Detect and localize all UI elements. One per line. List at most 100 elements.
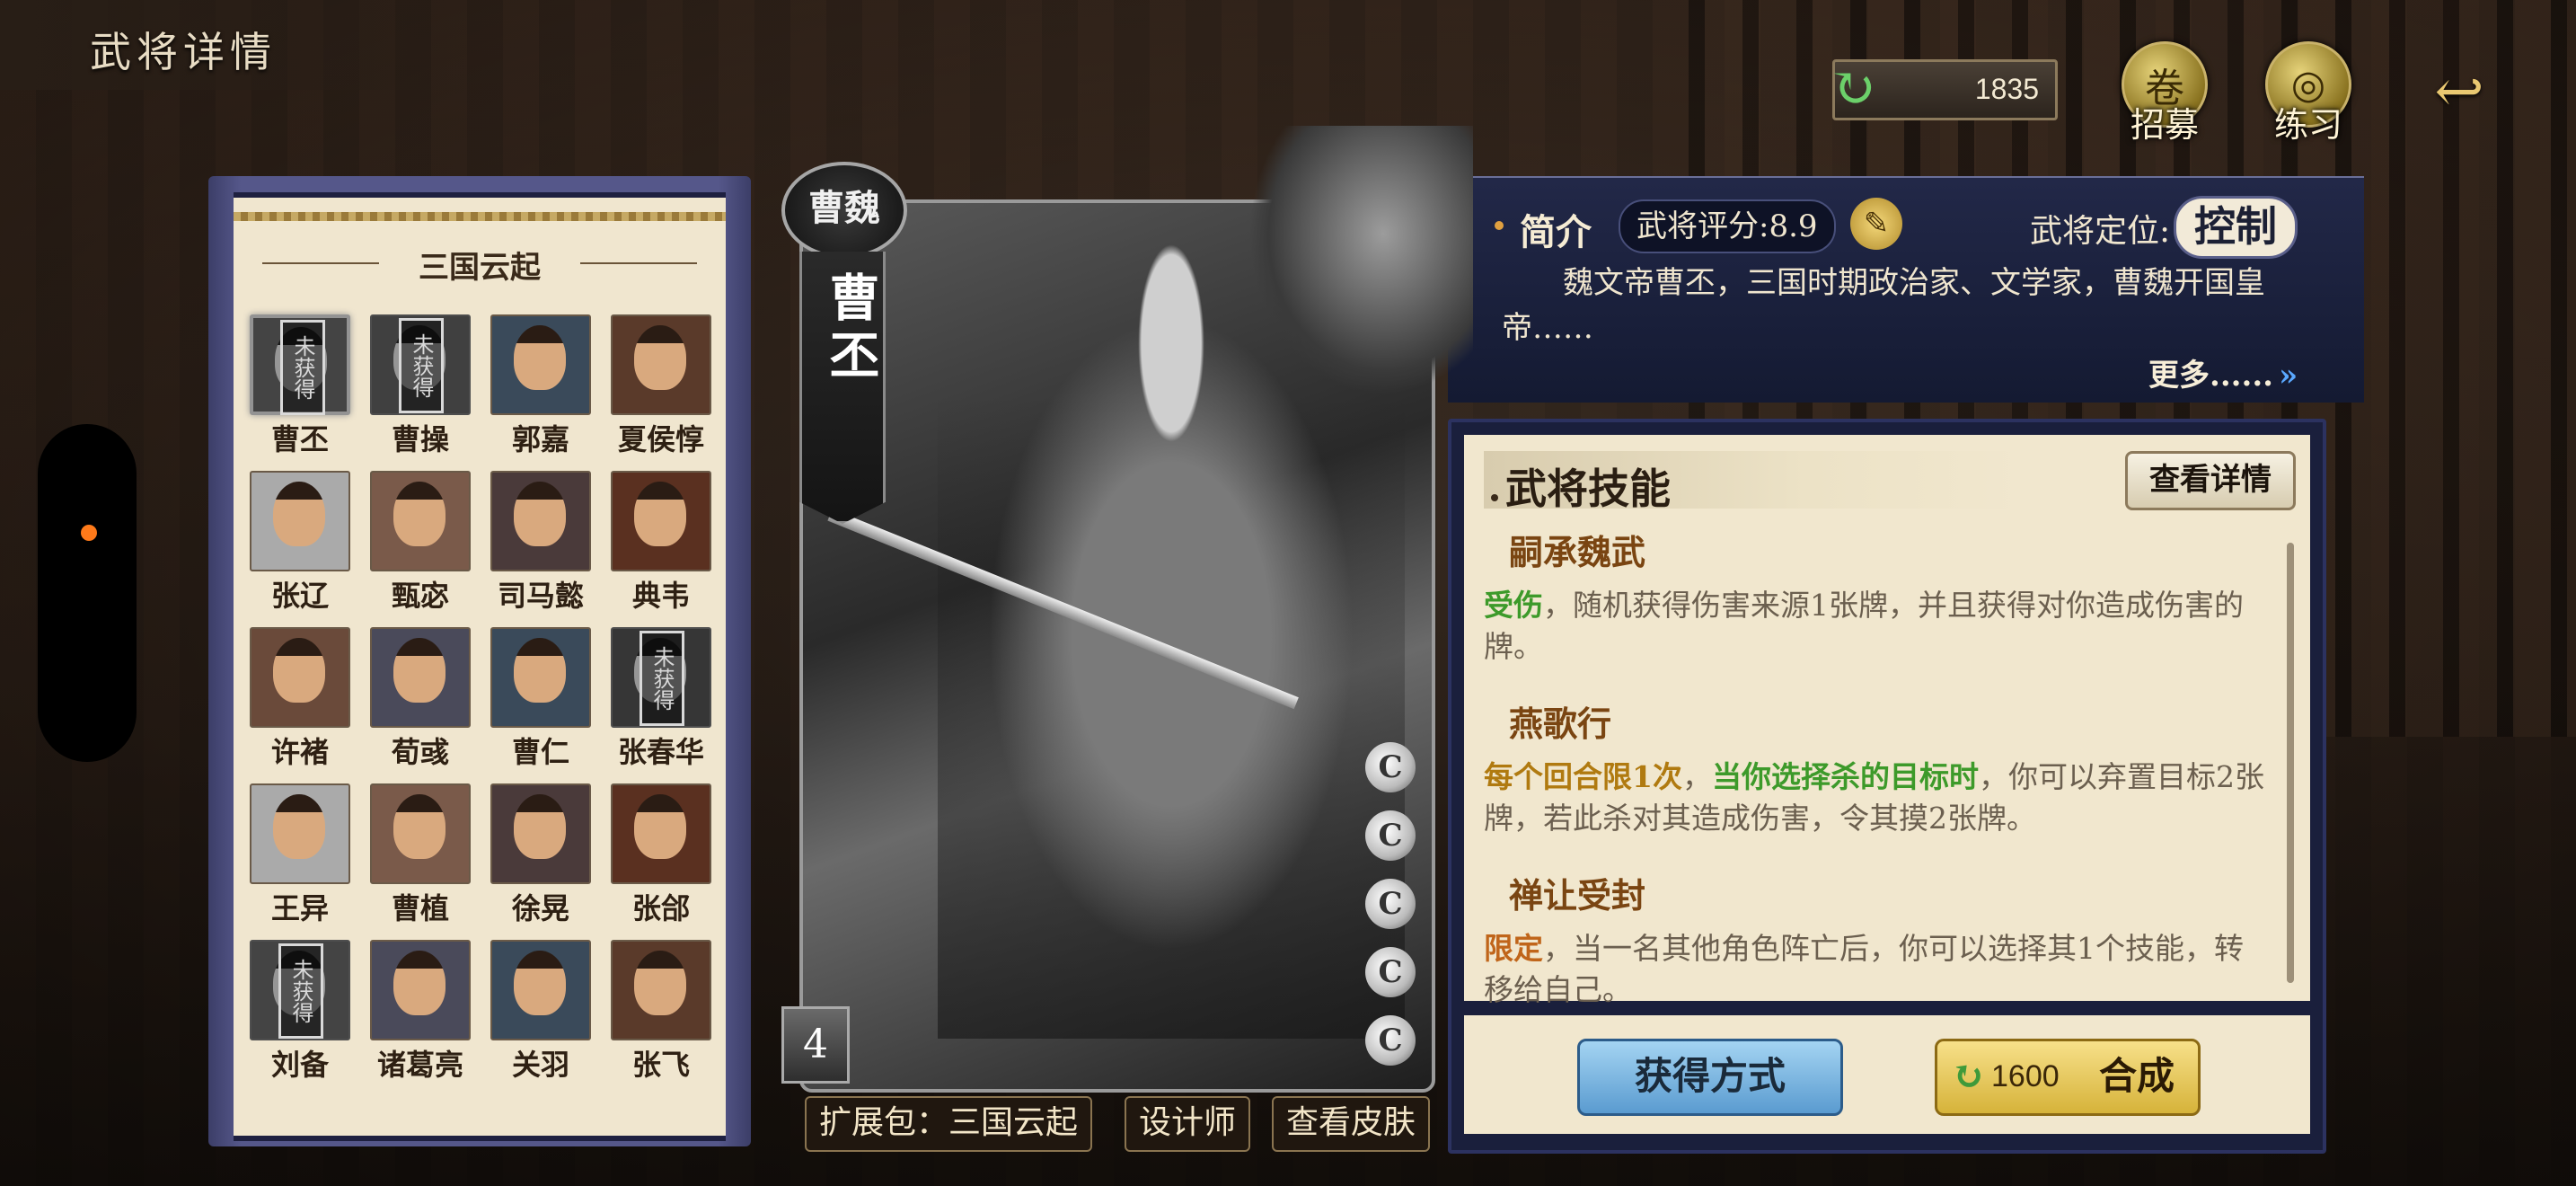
skill-description: 每个回合限1次，当你选择杀的目标时，你可以弃置目标2张牌，若此杀对其造成伤害，令… [1484, 757, 2271, 839]
hero-cell[interactable]: 司马懿 [487, 471, 595, 615]
skills-scrollbar[interactable] [2287, 543, 2294, 983]
hero-portrait: 未获得 [250, 940, 350, 1040]
page-title: 武将详情 [90, 28, 277, 76]
hero-cell[interactable]: 未获得 曹操 [366, 314, 474, 458]
hero-name-label: 徐晃 [511, 891, 569, 925]
skills-content[interactable]: 武将技能 查看详情 嗣承魏武 受伤，随机获得伤害来源1张牌，并且获得对你造成伤害的… [1464, 435, 2310, 1007]
faction-badge: 曹魏 [781, 162, 907, 259]
skill-keyword: 每个回合限1次 [1484, 759, 1682, 794]
obtain-method-button[interactable]: 获得方式 [1577, 1039, 1843, 1116]
hero-cell[interactable]: 张辽 [246, 471, 354, 615]
skills-title: 武将技能 [1505, 465, 1671, 513]
hero-name-label: 郭嘉 [511, 422, 569, 456]
floating-side-handle[interactable] [38, 424, 137, 762]
more-link[interactable]: 更多......» [2148, 350, 2298, 394]
hero-cell[interactable]: 郭嘉 [487, 314, 595, 458]
hero-name-label: 夏侯惇 [617, 422, 704, 456]
skills-bullet [1491, 494, 1498, 501]
hero-name-label: 刘备 [270, 1048, 329, 1082]
hero-name-banner: 曹丕 [799, 252, 886, 524]
back-arrow-icon: ↩ [2434, 57, 2484, 126]
expansion-tag[interactable]: 扩展包：三国云起 [805, 1096, 1093, 1152]
skill-item: 燕歌行 每个回合限1次，当你选择杀的目标时，你可以弃置目标2张牌，若此杀对其造成伤… [1484, 696, 2271, 839]
hero-name: 曹丕 [821, 271, 880, 386]
hero-cell[interactable]: 张飞 [607, 940, 715, 1084]
skill-list: 嗣承魏武 受伤，随机获得伤害来源1张牌，并且获得对你造成伤害的牌。 燕歌行 每个回合限… [1484, 525, 2271, 1040]
hero-cell[interactable]: 未获得 张春华 [607, 627, 715, 771]
hero-portrait: 未获得 [250, 314, 350, 415]
currency-value: 1835 [1974, 73, 2039, 105]
hero-cell[interactable]: 未获得 曹丕 [246, 314, 354, 458]
hero-score: 武将评分:8.9 [1619, 199, 1836, 253]
practice-button[interactable]: ◎ 练习 [2263, 41, 2353, 145]
hero-cell[interactable]: 荀彧 [366, 627, 474, 771]
hero-portrait [611, 471, 711, 571]
skill-name: 禅让受封 [1509, 875, 1646, 916]
hero-portrait [370, 471, 471, 571]
hero-face [634, 325, 686, 390]
hero-cell[interactable]: 曹仁 [487, 627, 595, 771]
hero-face [393, 951, 446, 1015]
view-skin-button[interactable]: 查看皮肤 [1272, 1096, 1431, 1152]
hero-portrait [370, 627, 471, 728]
view-details-button[interactable]: 查看详情 [2125, 451, 2296, 510]
hp-number: 4 [781, 1006, 850, 1084]
skill-description: 受伤，随机获得伤害来源1张牌，并且获得对你造成伤害的牌。 [1484, 585, 2271, 668]
hero-cell[interactable]: 王异 [246, 783, 354, 927]
hero-name-label: 张辽 [270, 579, 329, 613]
hero-cell[interactable]: 诸葛亮 [366, 940, 474, 1084]
practice-label: 练习 [2273, 105, 2342, 145]
hero-name-label: 司马懿 [497, 579, 584, 613]
not-obtained-stamp: 未获得 [640, 631, 684, 726]
hero-portrait [490, 471, 591, 571]
skill-keyword: 受伤 [1484, 588, 1543, 623]
action-area: 获得方式 ↻ 1600 合成 [1464, 1015, 2310, 1134]
hero-portrait [370, 783, 471, 884]
skill-description: 限定，当一名其他角色阵亡后，你可以选择其1个技能，转移给自己。 [1484, 928, 2271, 1011]
hero-cell[interactable]: 未获得 刘备 [246, 940, 354, 1084]
skills-panel: 武将技能 查看详情 嗣承魏武 受伤，随机获得伤害来源1张牌，并且获得对你造成伤害的… [1448, 419, 2326, 1154]
hero-cell[interactable]: 张郃 [607, 783, 715, 927]
hero-portrait [490, 627, 591, 728]
hero-cell[interactable]: 夏侯惇 [607, 314, 715, 458]
compose-cost: 1600 [1991, 1059, 2060, 1093]
hero-cell[interactable]: 徐晃 [487, 783, 595, 927]
notification-dot [81, 525, 97, 541]
hero-face [273, 482, 325, 546]
designer-tag[interactable]: 设计师 [1125, 1096, 1251, 1152]
hero-face [514, 794, 566, 859]
hero-list-scroll[interactable]: 三国云起 未获得 曹丕 未获得 曹操 郭嘉 夏侯惇 张辽 甄宓 司马懿 典韦 许褚 荀彧 曹仁 未获得 张春… [234, 192, 726, 1141]
intro-bullet [1495, 221, 1504, 230]
hero-cell[interactable]: 甄宓 [366, 471, 474, 615]
hero-cell[interactable]: 曹植 [366, 783, 474, 927]
skill-text: ， [1681, 759, 1712, 794]
hero-portrait: 未获得 [370, 314, 471, 415]
currency-display: ↻ 1835 [1830, 57, 2058, 120]
hero-face [514, 325, 566, 390]
hero-portrait [490, 783, 591, 884]
hero-name-label: 诸葛亮 [376, 1048, 463, 1082]
hero-cell[interactable]: 许褚 [246, 627, 354, 771]
expansion-title: 三国云起 [234, 243, 726, 287]
scrollbar-thumb[interactable] [2287, 543, 2294, 983]
hero-name-label: 曹仁 [511, 735, 569, 769]
hero-name-label: 曹植 [391, 891, 449, 925]
hero-cell[interactable]: 关羽 [487, 940, 595, 1084]
hero-name-label: 曹操 [391, 422, 449, 456]
compose-button[interactable]: ↻ 1600 合成 [1935, 1039, 2201, 1116]
not-obtained-stamp: 未获得 [399, 318, 444, 413]
hero-face [393, 638, 446, 703]
skill-item: 嗣承魏武 受伤，随机获得伤害来源1张牌，并且获得对你造成伤害的牌。 [1484, 525, 2271, 668]
hp-pips: CCCCC [1365, 742, 1416, 1084]
edit-note-icon[interactable]: ✎ [1850, 198, 1902, 250]
hero-face [393, 794, 446, 859]
hero-portrait [370, 940, 471, 1040]
hero-portrait [611, 314, 711, 415]
not-obtained-stamp: 未获得 [278, 943, 323, 1039]
recruit-label: 招募 [2130, 105, 2199, 145]
recruit-button[interactable]: 卷 招募 [2120, 41, 2210, 145]
hero-portrait [250, 783, 350, 884]
double-chevron-icon: » [2279, 358, 2298, 394]
back-button[interactable]: ↩ [2407, 62, 2511, 121]
hero-cell[interactable]: 典韦 [607, 471, 715, 615]
